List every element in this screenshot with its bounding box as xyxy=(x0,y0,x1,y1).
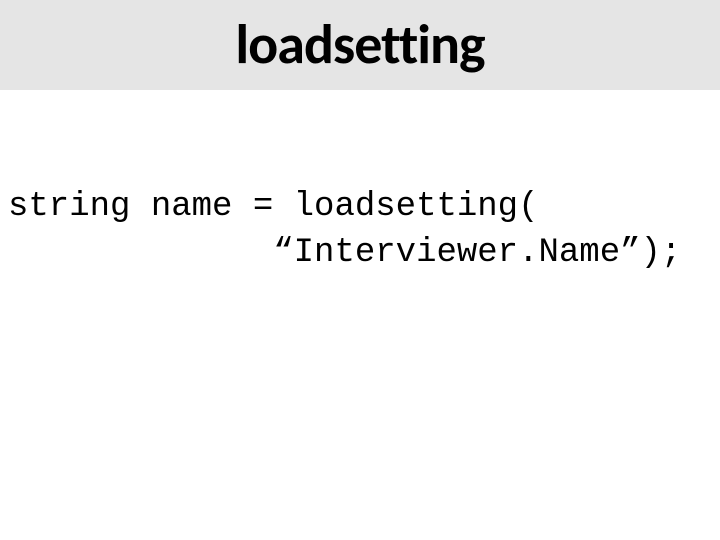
page-title: loadsetting xyxy=(235,11,484,79)
code-line-1: string name = loadsetting( xyxy=(8,185,720,231)
title-band: loadsetting xyxy=(0,0,720,90)
code-line-2: “Interviewer.Name”); xyxy=(8,231,720,277)
code-block: string name = loadsetting( “Interviewer.… xyxy=(0,90,720,277)
